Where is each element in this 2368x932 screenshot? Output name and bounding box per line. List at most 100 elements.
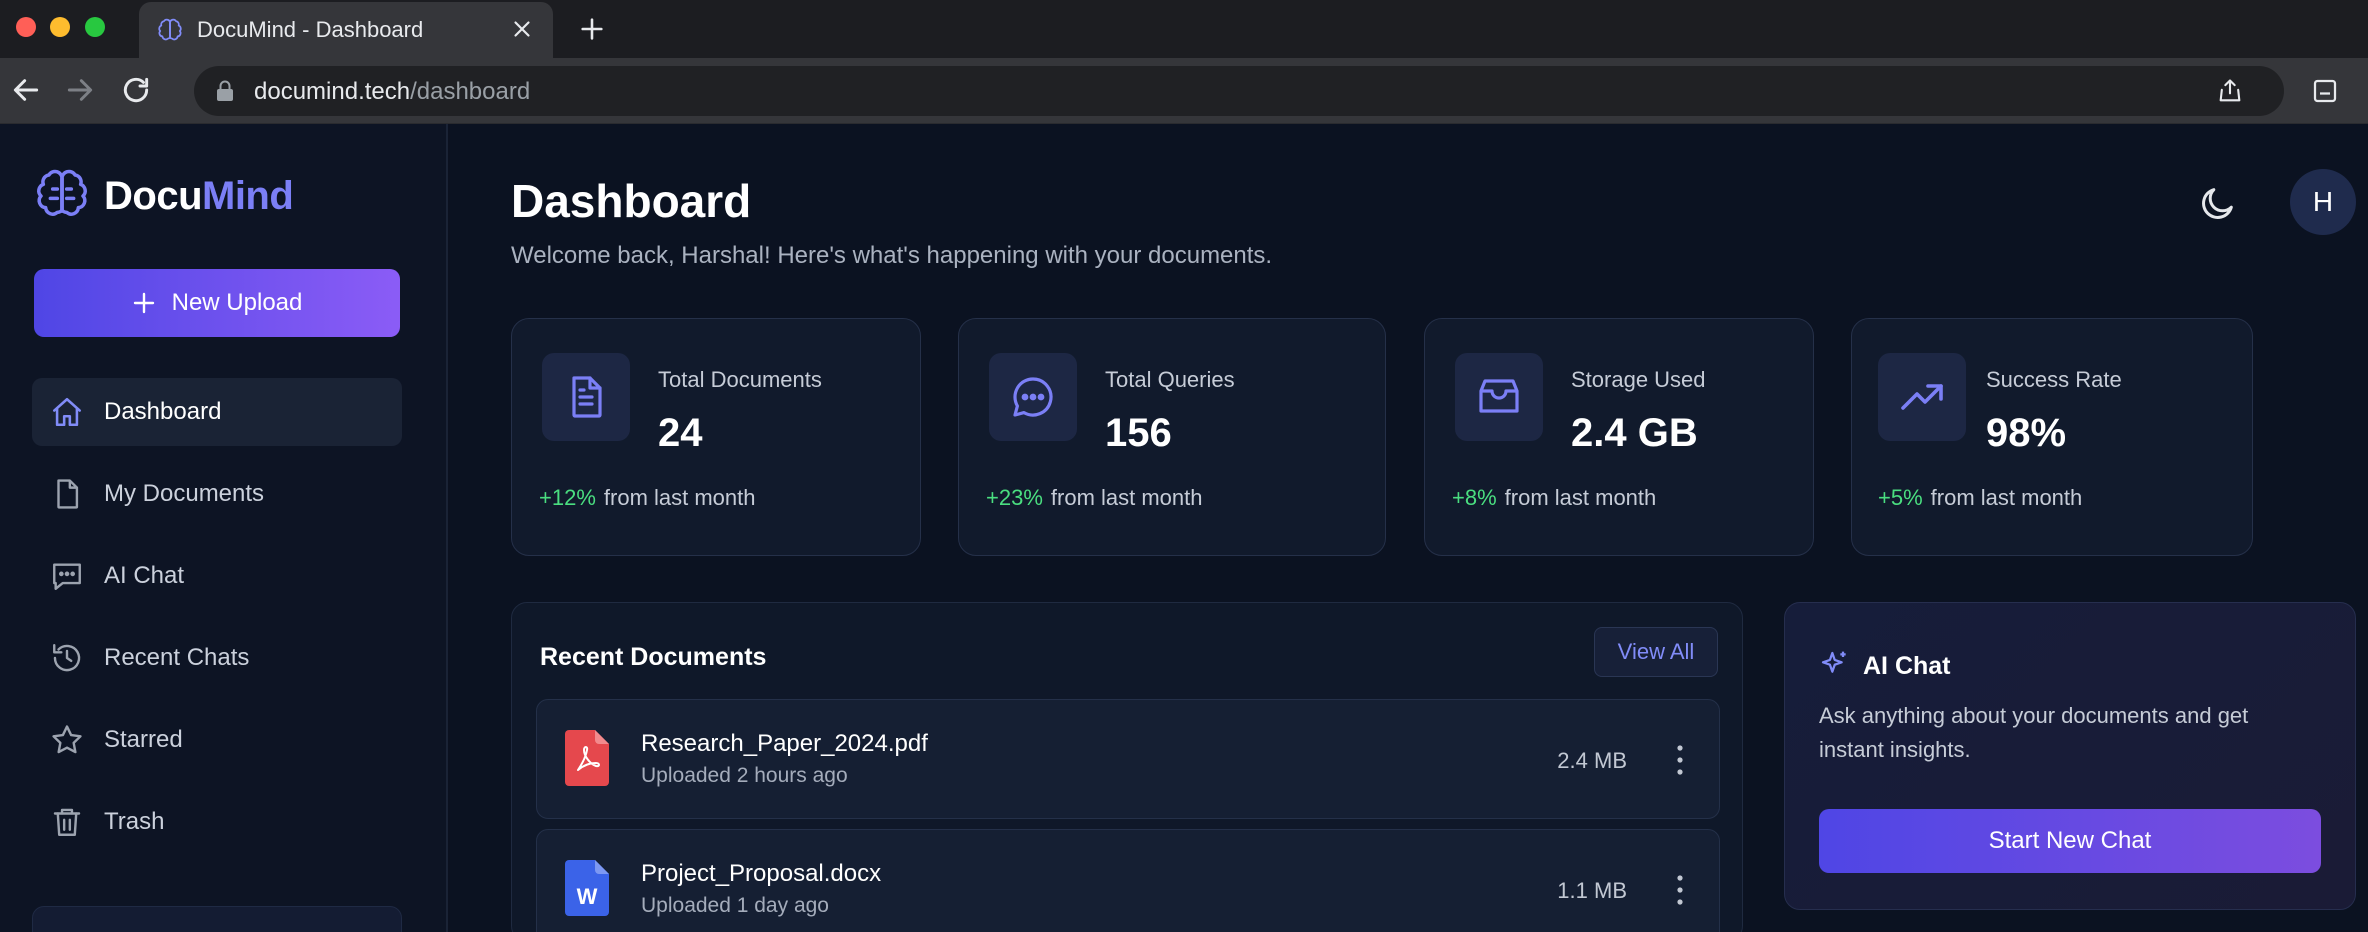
tab-title: DocuMind - Dashboard: [197, 17, 424, 42]
sidebar-item-label: Starred: [104, 726, 183, 753]
stat-change-percent: +23%: [986, 485, 1043, 510]
stat-change: +12% from last month: [539, 485, 756, 511]
view-all-button[interactable]: View All: [1594, 627, 1718, 677]
stat-label: Total Queries: [1105, 367, 1235, 392]
stat-change-suffix: from last month: [1930, 485, 2083, 510]
stat-icon-box: [989, 353, 1077, 441]
logo-prefix: Docu: [104, 173, 203, 218]
sidebar-item-label: Trash: [104, 808, 165, 835]
stat-value: 24: [658, 411, 703, 455]
page-subtitle: Welcome back, Harshal! Here's what's hap…: [511, 242, 1273, 269]
brain-icon: [158, 18, 182, 41]
reload-icon[interactable]: [120, 74, 152, 106]
new-upload-button[interactable]: New Upload: [34, 269, 400, 337]
more-options-icon[interactable]: [1671, 872, 1689, 908]
stat-change-percent: +8%: [1452, 485, 1497, 510]
stat-change-percent: +5%: [1878, 485, 1923, 510]
avatar[interactable]: H: [2290, 169, 2356, 235]
ai-chat-description: Ask anything about your documents and ge…: [1819, 703, 2249, 762]
stat-card-total-documents: Total Documents 24 +12% from last month: [511, 318, 921, 556]
logo-text: DocuMind: [104, 173, 294, 219]
window-close-button[interactable]: [16, 17, 36, 37]
stat-change: +8% from last month: [1452, 485, 1656, 511]
sparkle-icon: [1821, 651, 1846, 673]
stat-change-percent: +12%: [539, 485, 596, 510]
address-bar[interactable]: documind.tech/dashboard: [194, 66, 2284, 116]
recent-documents-title: Recent Documents: [540, 643, 767, 671]
app-logo[interactable]: DocuMind: [34, 168, 294, 224]
page-title: Dashboard: [511, 175, 752, 227]
recent-documents-panel: Recent Documents View All Research_Paper…: [511, 602, 1743, 932]
stat-value: 156: [1105, 411, 1172, 455]
stat-card-total-queries: Total Queries 156 +23% from last month: [958, 318, 1386, 556]
document-row[interactable]: Research_Paper_2024.pdf Uploaded 2 hours…: [536, 699, 1720, 819]
ai-chat-title: AI Chat: [1863, 652, 1951, 680]
url-host: documind.tech: [254, 78, 411, 105]
close-icon[interactable]: [509, 16, 535, 42]
sidebar-item-dashboard[interactable]: Dashboard: [32, 378, 402, 446]
main-content: Dashboard Welcome back, Harshal! Here's …: [450, 124, 2368, 932]
moon-icon[interactable]: [2198, 183, 2238, 223]
stat-change-suffix: from last month: [1504, 485, 1657, 510]
history-icon: [53, 644, 81, 672]
sidebar-panel-icon[interactable]: [2310, 76, 2340, 106]
sidebar-item-label: Recent Chats: [104, 644, 250, 671]
stat-change: +23% from last month: [986, 485, 1203, 511]
document-size: 1.1 MB: [1557, 878, 1627, 903]
plus-icon: [133, 292, 154, 314]
document-size: 2.4 MB: [1557, 748, 1627, 773]
url-path: /dashboard: [410, 78, 531, 105]
sidebar-bottom-card: [32, 906, 402, 932]
sidebar-item-my-documents[interactable]: My Documents: [32, 460, 402, 528]
window-minimize-button[interactable]: [50, 17, 70, 37]
brain-icon: [37, 169, 87, 216]
document-name: Project_Proposal.docx: [641, 860, 882, 887]
trash-icon: [53, 808, 81, 836]
share-icon[interactable]: [2216, 77, 2244, 105]
ai-chat-card: AI Chat Ask anything about your document…: [1784, 602, 2356, 910]
new-tab-plus-icon[interactable]: [578, 15, 606, 43]
pdf-file-icon: [565, 730, 609, 786]
start-new-chat-button[interactable]: Start New Chat: [1819, 809, 2321, 873]
stat-label: Total Documents: [658, 367, 822, 392]
logo-accent: Mind: [202, 173, 294, 218]
trending-up-icon: [1901, 384, 1943, 410]
browser-tab[interactable]: DocuMind - Dashboard: [139, 2, 553, 58]
file-icon: [57, 479, 79, 509]
more-options-icon[interactable]: [1671, 742, 1689, 778]
browser-tab-bar: DocuMind - Dashboard: [0, 0, 2368, 58]
sidebar-item-starred[interactable]: Starred: [32, 706, 402, 774]
storage-icon: [1479, 379, 1519, 413]
stat-card-success-rate: Success Rate 98% +5% from last month: [1851, 318, 2253, 556]
stat-card-storage-used: Storage Used 2.4 GB +8% from last month: [1424, 318, 1814, 556]
stat-value: 2.4 GB: [1571, 411, 1698, 455]
back-arrow-icon[interactable]: [10, 74, 42, 106]
sidebar-item-ai-chat[interactable]: AI Chat: [32, 542, 402, 610]
forward-arrow-icon[interactable]: [64, 74, 96, 106]
document-row[interactable]: W Project_Proposal.docx Uploaded 1 day a…: [536, 829, 1720, 932]
new-upload-label: New Upload: [171, 289, 303, 316]
stat-icon-box: [1455, 353, 1543, 441]
stat-change-suffix: from last month: [1050, 485, 1203, 510]
stat-change: +5% from last month: [1878, 485, 2082, 511]
sidebar-item-label: AI Chat: [104, 562, 185, 589]
stat-value: 98%: [1986, 411, 2067, 455]
stat-change-suffix: from last month: [603, 485, 756, 510]
document-name: Research_Paper_2024.pdf: [641, 730, 928, 757]
chat-icon: [53, 563, 81, 590]
sidebar-item-trash[interactable]: Trash: [32, 788, 402, 856]
home-icon: [52, 397, 82, 427]
stat-label: Success Rate: [1986, 367, 2122, 392]
stat-icon-box: [1878, 353, 1966, 441]
stat-icon-box: [542, 353, 630, 441]
sidebar-item-label: Dashboard: [104, 398, 222, 425]
document-icon: [572, 376, 602, 418]
browser-toolbar: documind.tech/dashboard: [0, 58, 2368, 124]
window-maximize-button[interactable]: [85, 17, 105, 37]
svg-text:W: W: [577, 884, 598, 909]
sidebar: DocuMind New Upload Dashboard My Documen…: [0, 124, 448, 932]
url-text: documind.tech/dashboard: [254, 78, 530, 106]
star-icon: [52, 725, 82, 754]
sidebar-item-recent-chats[interactable]: Recent Chats: [32, 624, 402, 692]
document-uploaded-time: Uploaded 1 day ago: [641, 894, 829, 917]
